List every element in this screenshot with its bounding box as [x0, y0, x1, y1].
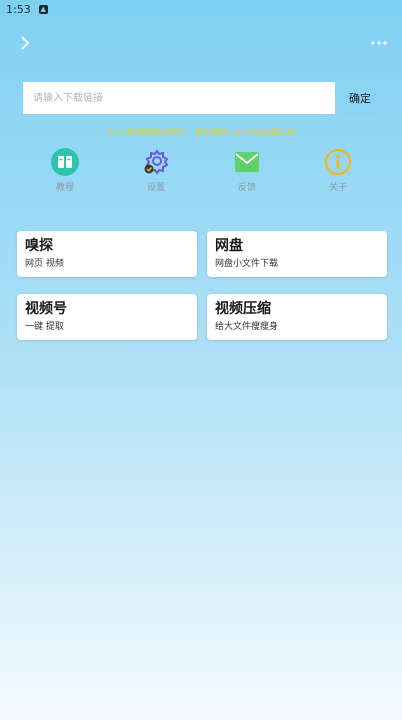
book-icon — [51, 148, 79, 176]
back-button[interactable] — [14, 32, 36, 54]
quick-item-label: 关于 — [328, 183, 347, 193]
notice-text: 全自动嗅探网络神器了，更多教程与QQ咨询请看文档 — [106, 128, 296, 137]
card-title: 网盘 — [215, 238, 243, 254]
card-video-channel[interactable]: 视频号 一键 提取 — [17, 294, 197, 340]
card-title: 视频压缩 — [215, 301, 271, 317]
confirm-button[interactable]: 确定 — [339, 82, 381, 114]
card-sniff[interactable]: 嗅探 网页 视频 — [17, 231, 197, 277]
quick-item-label: 反馈 — [237, 183, 256, 193]
quick-item-feedback[interactable]: 反馈 — [217, 148, 277, 193]
quick-actions: 教程 设置 反馈 关于 — [0, 148, 402, 198]
card-subtitle: 网页 视频 — [25, 259, 64, 269]
status-bar: 1:53 ▲ — [0, 0, 402, 18]
top-bar — [0, 28, 402, 56]
card-title: 视频号 — [25, 301, 67, 317]
more-button[interactable] — [368, 32, 390, 54]
info-icon — [324, 148, 352, 176]
card-subtitle: 给大文件瘦瘦身 — [215, 322, 279, 332]
card-netdisk[interactable]: 网盘 网盘小文件下载 — [207, 231, 387, 277]
card-subtitle: 网盘小文件下载 — [215, 259, 279, 269]
quick-item-tutorial[interactable]: 教程 — [35, 148, 95, 193]
app-notification-icon: ▲ — [38, 4, 48, 14]
card-title: 嗅探 — [25, 238, 53, 254]
quick-item-label: 设置 — [146, 183, 165, 193]
search-row: 确定 — [23, 82, 381, 114]
quick-item-settings[interactable]: 设置 — [126, 148, 186, 193]
quick-item-label: 教程 — [55, 183, 74, 193]
card-subtitle: 一键 提取 — [25, 322, 64, 332]
quick-item-about[interactable]: 关于 — [308, 148, 368, 193]
chevron-right-icon — [21, 36, 30, 50]
card-video-compress[interactable]: 视频压缩 给大文件瘦瘦身 — [207, 294, 387, 340]
more-dots-icon — [371, 41, 387, 45]
status-time: 1:53 — [6, 2, 31, 16]
download-link-input[interactable] — [23, 82, 335, 114]
gear-icon — [142, 148, 170, 176]
mail-icon — [233, 148, 261, 176]
